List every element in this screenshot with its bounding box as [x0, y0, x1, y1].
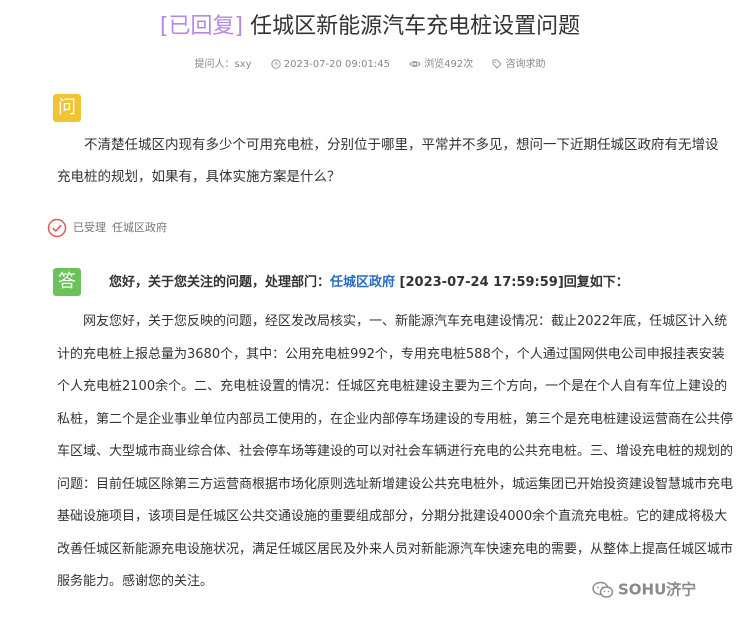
view-count: 浏览492次 — [409, 57, 473, 73]
department-link[interactable]: 任城区政府 — [330, 275, 395, 290]
accepted-label: 已受理 — [73, 221, 106, 234]
watermark: SOHU济宁 — [592, 578, 696, 601]
wechat-icon — [592, 581, 614, 598]
question-text: 不清楚任城区内现有多少个可用充电桩，分别位于哪里，平常并不多见，想问一下近期任城… — [57, 137, 719, 185]
asker: 提问人：sxy — [194, 59, 252, 70]
answer-header-prefix: 您好，关于您关注的问题，处理部门： — [109, 275, 331, 290]
category: 咨询求助 — [492, 57, 545, 73]
watermark-text: SOHU济宁 — [618, 580, 697, 599]
answer-badge: 答 — [53, 268, 81, 296]
post-time-value: 2023-07-20 09:01:45 — [283, 59, 390, 70]
question-meta: 提问人：sxy 2023-07-20 09:01:45 浏览492次 咨询求助 — [0, 57, 740, 74]
accepted-status: 已受理 任城区政府 — [47, 218, 167, 238]
answer-header: 您好，关于您关注的问题，处理部门：任城区政府 [2023-07-24 17:59… — [109, 272, 629, 294]
clock-icon — [271, 59, 281, 69]
view-count-value: 浏览492次 — [424, 59, 474, 70]
category-value: 咨询求助 — [505, 59, 546, 70]
accepted-department: 任城区政府 — [112, 221, 167, 234]
title-text: 任城区新能源汽车充电桩设置问题 — [243, 14, 581, 39]
question-badge: 问 — [53, 94, 81, 122]
answer-header-suffix: [2023-07-24 17:59:59]回复如下： — [395, 275, 629, 290]
answer-text: 网友您好，关于您反映的问题，经区发改局核实，一、新能源汽车充电建设情况：截止20… — [57, 314, 734, 589]
post-time: 2023-07-20 09:01:45 — [271, 57, 390, 73]
page-title: [已回复] 任城区新能源汽车充电桩设置问题 — [0, 12, 740, 42]
eye-icon — [409, 61, 421, 67]
check-circle-icon — [47, 218, 67, 238]
reply-status: [已回复] — [159, 14, 244, 39]
tag-icon — [492, 59, 503, 69]
